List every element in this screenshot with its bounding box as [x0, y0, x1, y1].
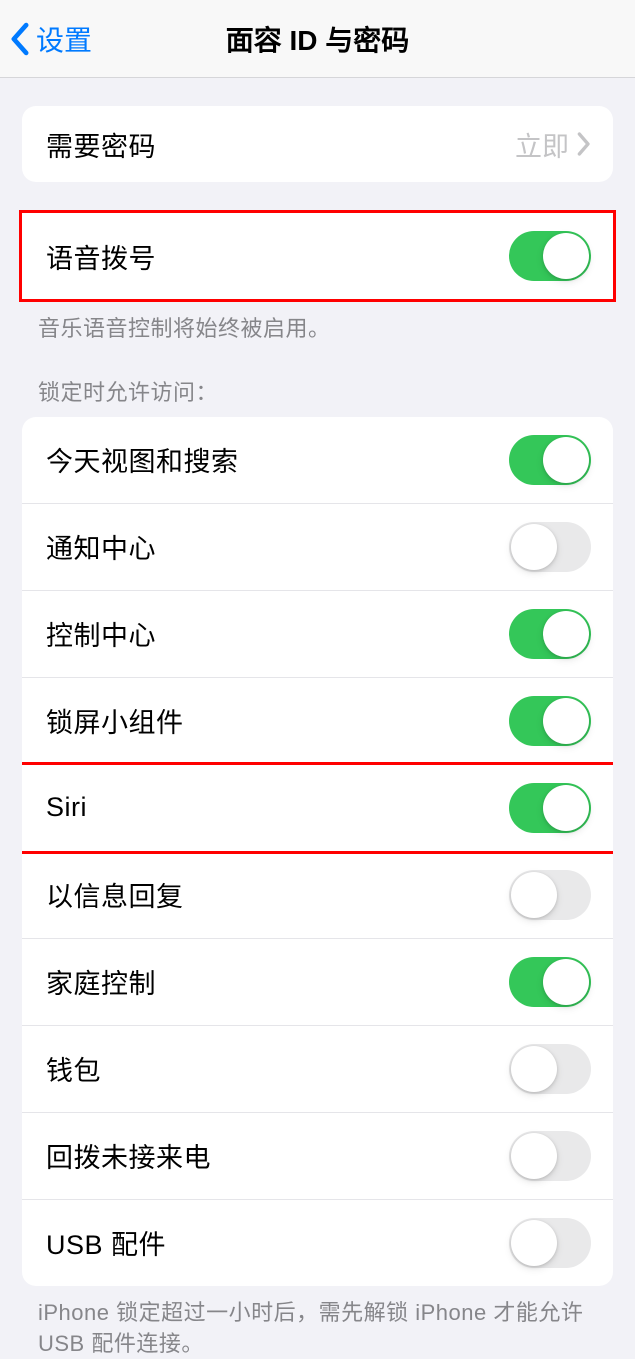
access-toggle[interactable]	[509, 783, 591, 833]
page-title: 面容 ID 与密码	[226, 19, 410, 59]
allow-access-group: 今天视图和搜索通知中心控制中心锁屏小组件 Siri 以信息回复家庭控制钱包回拨未接来…	[22, 417, 613, 1286]
access-toggle[interactable]	[509, 435, 591, 485]
allow-access-header: 锁定时允许访问：	[0, 345, 635, 417]
chevron-left-icon	[10, 22, 30, 56]
voice-dial-label: 语音拨号	[46, 237, 156, 276]
nav-bar: 设置 面容 ID 与密码	[0, 0, 635, 78]
voice-dial-cell: 语音拨号	[22, 213, 613, 299]
access-cell: 以信息回复	[22, 852, 613, 939]
access-label: 通知中心	[46, 527, 156, 566]
access-cell: 家庭控制	[22, 939, 613, 1026]
access-label: USB 配件	[46, 1223, 166, 1262]
access-cell: 今天视图和搜索	[22, 417, 613, 504]
require-passcode-group: 需要密码 立即	[22, 106, 613, 182]
access-label: 家庭控制	[46, 962, 156, 1001]
access-label: Siri	[46, 792, 87, 823]
access-cell: USB 配件	[22, 1200, 613, 1286]
access-cell: Siri	[22, 765, 613, 852]
access-cell: 控制中心	[22, 591, 613, 678]
access-label: 今天视图和搜索	[46, 440, 239, 479]
voice-dial-group: 语音拨号	[19, 210, 616, 302]
require-passcode-cell[interactable]: 需要密码 立即	[22, 106, 613, 182]
back-label: 设置	[36, 19, 92, 59]
access-cell: 回拨未接来电	[22, 1113, 613, 1200]
access-toggle[interactable]	[509, 1218, 591, 1268]
access-cell: 钱包	[22, 1026, 613, 1113]
access-toggle[interactable]	[509, 957, 591, 1007]
usb-footer: iPhone 锁定超过一小时后，需先解锁 iPhone 才能允许USB 配件连接…	[0, 1286, 635, 1359]
access-toggle[interactable]	[509, 609, 591, 659]
access-label: 以信息回复	[46, 875, 184, 914]
access-toggle[interactable]	[509, 696, 591, 746]
access-label: 锁屏小组件	[46, 701, 184, 740]
access-toggle[interactable]	[509, 870, 591, 920]
require-passcode-value: 立即	[515, 125, 569, 164]
back-button[interactable]: 设置	[10, 19, 92, 59]
chevron-right-icon	[577, 132, 591, 156]
access-label: 钱包	[46, 1049, 101, 1088]
access-cell: 通知中心	[22, 504, 613, 591]
voice-dial-toggle[interactable]	[509, 231, 591, 281]
access-toggle[interactable]	[509, 522, 591, 572]
voice-dial-footer: 音乐语音控制将始终被启用。	[0, 302, 635, 345]
access-label: 回拨未接来电	[46, 1136, 211, 1175]
access-cell: 锁屏小组件	[22, 678, 613, 765]
require-passcode-label: 需要密码	[46, 125, 156, 164]
access-toggle[interactable]	[509, 1131, 591, 1181]
access-toggle[interactable]	[509, 1044, 591, 1094]
access-label: 控制中心	[46, 614, 156, 653]
